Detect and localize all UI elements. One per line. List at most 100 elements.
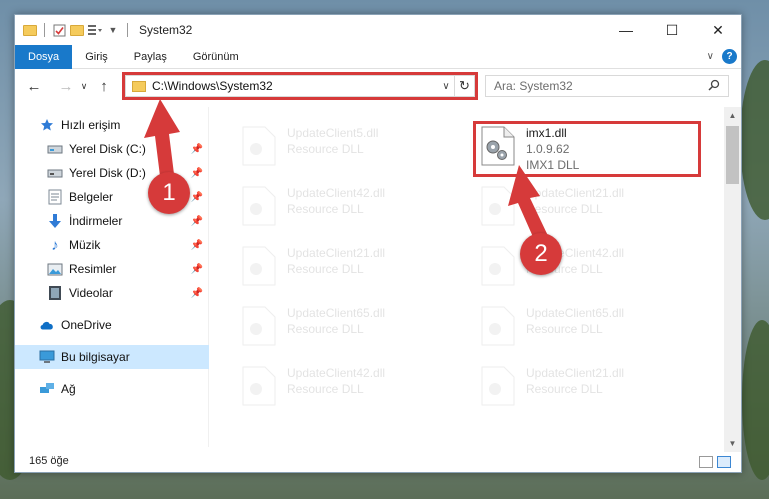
- file-tile[interactable]: UpdateClient65.dll Resource DLL: [480, 305, 710, 357]
- file-tile[interactable]: UpdateClient65.dll Resource DLL: [241, 305, 471, 357]
- sidebar-item-music[interactable]: ♪ Müzik 📌: [15, 233, 209, 257]
- pin-icon[interactable]: 📌: [191, 168, 203, 179]
- tiles-view-icon[interactable]: [717, 456, 731, 468]
- view-switcher: [699, 456, 731, 468]
- new-folder-icon[interactable]: [70, 23, 84, 37]
- file-tile[interactable]: UpdateClient21.dll Resource DLL: [480, 185, 710, 237]
- file-type: Resource DLL: [526, 322, 603, 336]
- properties-icon[interactable]: [52, 23, 66, 37]
- dll-file-icon: [241, 245, 279, 289]
- file-type: Resource DLL: [287, 382, 364, 396]
- pin-icon[interactable]: 📌: [191, 216, 203, 227]
- sidebar-item-label: Yerel Disk (C:): [69, 142, 146, 156]
- sidebar-item-quick-access[interactable]: Hızlı erişim: [15, 113, 209, 137]
- sidebar-item-pictures[interactable]: Resimler 📌: [15, 257, 209, 281]
- up-arrow-icon[interactable]: ↑: [93, 75, 115, 97]
- dll-file-icon: [241, 365, 279, 409]
- file-name: UpdateClient21.dll: [526, 186, 625, 200]
- step-1-badge: 1: [148, 172, 190, 214]
- file-tile[interactable]: UpdateClient21.dll Resource DLL: [480, 365, 710, 417]
- folder-icon: [23, 23, 37, 37]
- recent-locations-icon[interactable]: ∨: [77, 75, 91, 97]
- sidebar-item-label: İndirmeler: [69, 214, 123, 228]
- pin-icon[interactable]: 📌: [191, 240, 203, 251]
- sidebar-item-label: Ağ: [61, 382, 76, 396]
- file-name: UpdateClient42.dll: [287, 366, 386, 380]
- back-arrow-icon[interactable]: ←: [23, 75, 45, 97]
- drive-icon: [47, 165, 63, 181]
- expand-ribbon-icon[interactable]: ∨: [707, 51, 714, 62]
- sidebar-item-label: Resimler: [69, 262, 117, 276]
- sidebar-item-network[interactable]: Ağ: [15, 377, 209, 401]
- network-icon: [39, 381, 55, 397]
- scroll-up-icon[interactable]: ▲: [724, 107, 741, 124]
- file-type: Resource DLL: [287, 262, 364, 276]
- dll-file-icon: [480, 185, 518, 229]
- minimize-button[interactable]: —: [603, 15, 649, 45]
- search-input[interactable]: Ara: System32: [494, 79, 708, 93]
- sidebar-item-downloads[interactable]: İndirmeler 📌: [15, 209, 209, 233]
- sidebar-item-drive-c[interactable]: Yerel Disk (C:) 📌: [15, 137, 209, 161]
- drive-icon: [47, 141, 63, 157]
- explorer-window: ▼ System32 — ☐ ✕ Dosya Giriş Paylaş Görü…: [14, 14, 742, 473]
- file-type: Resource DLL: [526, 382, 603, 396]
- sidebar-item-onedrive[interactable]: OneDrive: [15, 313, 209, 337]
- sidebar-item-label: Videolar: [69, 286, 113, 300]
- search-box[interactable]: Ara: System32: [485, 75, 729, 97]
- file-type: Resource DLL: [287, 322, 364, 336]
- star-icon: [39, 117, 55, 133]
- dll-file-icon: [241, 125, 279, 169]
- navigation-bar: ← → ∨ ↑ C:\Windows\System32 ∨ ↻ Ara: Sys…: [15, 69, 741, 103]
- documents-icon: [47, 189, 63, 205]
- file-type: Resource DLL: [287, 202, 364, 216]
- ribbon-controls: ∨ ?: [707, 49, 737, 64]
- separator: [44, 23, 45, 37]
- dll-file-icon: [241, 185, 279, 229]
- ribbon-tabs: Dosya Giriş Paylaş Görünüm ∨ ?: [15, 44, 741, 69]
- scroll-thumb[interactable]: [726, 126, 739, 184]
- details-view-icon[interactable]: [699, 456, 713, 468]
- navigation-pane: Hızlı erişim Yerel Disk (C:) 📌 Yerel Dis…: [15, 107, 209, 447]
- pin-icon[interactable]: 📌: [191, 288, 203, 299]
- videos-icon: [47, 285, 63, 301]
- file-tile[interactable]: UpdateClient42.dll Resource DLL: [241, 365, 471, 417]
- wallpaper-leaf: [742, 320, 769, 480]
- title-bar: ▼ System32 — ☐ ✕: [15, 15, 741, 45]
- search-icon[interactable]: [708, 79, 720, 94]
- file-tile[interactable]: UpdateClient5.dll Resource DLL: [241, 125, 471, 177]
- chevron-down-icon[interactable]: ▼: [106, 23, 120, 37]
- forward-arrow-icon[interactable]: →: [55, 75, 77, 97]
- file-name: UpdateClient42.dll: [287, 186, 386, 200]
- file-name: UpdateClient65.dll: [287, 306, 386, 320]
- dll-file-icon: [480, 365, 518, 409]
- customize-toolbar-icon[interactable]: [88, 23, 102, 37]
- sidebar-item-videos[interactable]: Videolar 📌: [15, 281, 209, 305]
- close-button[interactable]: ✕: [695, 15, 741, 45]
- tab-paylas[interactable]: Paylaş: [121, 45, 180, 69]
- tab-gorunum[interactable]: Görünüm: [180, 45, 252, 69]
- vertical-scrollbar[interactable]: ▲ ▼: [724, 107, 741, 452]
- sidebar-item-this-pc[interactable]: Bu bilgisayar: [15, 345, 209, 369]
- maximize-button[interactable]: ☐: [649, 15, 695, 45]
- file-name: UpdateClient65.dll: [526, 306, 625, 320]
- wallpaper-leaf: [740, 60, 769, 220]
- pin-icon[interactable]: 📌: [191, 144, 203, 155]
- sidebar-item-label: OneDrive: [61, 318, 112, 332]
- tab-giris[interactable]: Giriş: [72, 45, 121, 69]
- computer-icon: [39, 349, 55, 365]
- file-list: UpdateClient5.dll Resource DLL UpdateClie…: [215, 107, 725, 452]
- tab-dosya[interactable]: Dosya: [15, 44, 73, 69]
- status-bar: 165 öğe: [15, 450, 741, 472]
- dll-file-icon: [241, 305, 279, 349]
- file-tile[interactable]: UpdateClient42.dll Resource DLL: [241, 185, 471, 237]
- pin-icon[interactable]: 📌: [191, 264, 203, 275]
- file-tile[interactable]: UpdateClient21.dll Resource DLL: [241, 245, 471, 297]
- file-tile[interactable]: UpdateClient42.dll Resource DLL: [480, 245, 710, 297]
- cloud-icon: [39, 317, 55, 333]
- help-icon[interactable]: ?: [722, 49, 737, 64]
- quick-access-toolbar: ▼: [15, 23, 131, 37]
- dll-file-icon: [480, 245, 518, 289]
- separator: [127, 23, 128, 37]
- pin-icon[interactable]: 📌: [191, 192, 203, 203]
- sidebar-item-label: Hızlı erişim: [61, 118, 121, 132]
